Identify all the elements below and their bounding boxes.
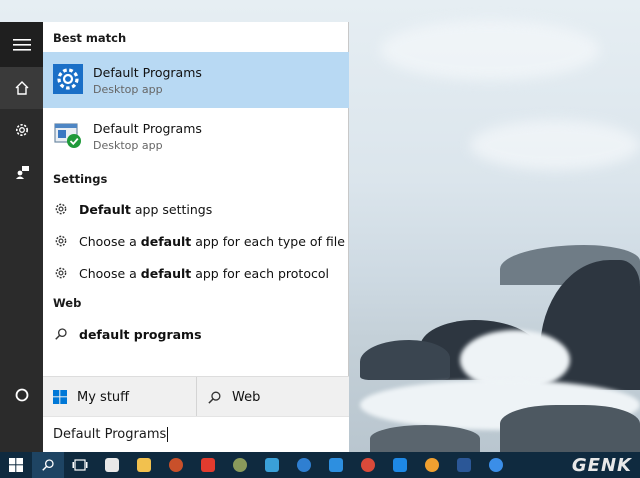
task-view-icon [72,459,88,471]
app-icon [297,458,311,472]
app-icon [361,458,375,472]
hamburger-menu-button[interactable] [0,22,43,67]
gear-app-icon [53,64,83,94]
my-stuff-button[interactable]: My stuff [43,377,196,417]
result-subtitle: Desktop app [93,139,163,152]
gear-icon [52,202,70,216]
taskbar-word-app[interactable] [448,452,480,478]
setting-default-app-protocol[interactable]: Choose a default app for each protocol [43,258,349,288]
app-icon [169,458,183,472]
app-icon [393,458,407,472]
taskbar-app-5[interactable] [288,452,320,478]
web-heading: Web [53,296,82,310]
folder-icon [137,458,151,472]
gear-icon [52,266,70,280]
hamburger-icon [12,38,31,51]
home-button[interactable] [0,67,43,109]
settings-heading: Settings [53,172,108,186]
app-icon [201,458,215,472]
home-icon [15,81,28,95]
result-title: Default Programs [93,121,202,136]
start-rail [0,22,43,452]
word-icon [457,458,471,472]
app-icon [233,458,247,472]
result-default-programs-2[interactable]: Default Programs Desktop app [43,108,349,164]
rock [360,340,450,380]
web-suggestion-default-programs[interactable]: default programs [43,319,349,349]
store-icon [105,458,119,472]
taskbar-app-9[interactable] [416,452,448,478]
taskbar-app-2[interactable] [192,452,224,478]
taskbar-app-1[interactable] [160,452,192,478]
task-view-button[interactable] [64,452,96,478]
rock [500,405,640,452]
taskbar-file-explorer-app[interactable] [128,452,160,478]
setting-label: Choose a default app for each type of fi… [79,233,345,249]
result-default-programs-1[interactable]: Default Programs Desktop app [43,52,349,108]
setting-label: Choose a default app for each protocol [79,265,329,281]
web-scope-button[interactable]: Web [196,377,349,417]
web-scope-label: Web [232,389,261,405]
taskbar-app-3[interactable] [224,452,256,478]
best-match-heading: Best match [53,31,127,45]
taskbar-app-10[interactable] [480,452,512,478]
taskbar-app-4[interactable] [256,452,288,478]
setting-label: Default app settings [79,201,213,217]
gear-icon [52,234,70,248]
result-title: Default Programs [93,65,202,80]
taskbar-app-7[interactable] [352,452,384,478]
taskbar [0,452,640,478]
app-icon [329,458,343,472]
search-input[interactable]: Default Programs [43,416,349,452]
feedback-icon [15,166,29,179]
search-scope-bar: My stuff Web [43,376,349,417]
cloud [380,20,600,80]
start-button[interactable] [0,452,32,478]
my-stuff-label: My stuff [77,389,130,405]
default-programs-checkmark-icon [54,123,81,148]
feedback-button[interactable] [0,151,43,193]
taskbar-app-6[interactable] [320,452,352,478]
windows-logo-icon [9,458,23,472]
web-suggestion-label: default programs [79,326,202,342]
app-icon [489,458,503,472]
setting-default-app-file-type[interactable]: Choose a default app for each type of fi… [43,226,349,256]
taskbar-search-button[interactable] [32,452,64,478]
search-results-panel: Best match Default Programs Desktop app … [43,22,349,452]
search-icon [52,327,70,341]
genk-watermark: GENK [571,454,632,476]
result-subtitle: Desktop app [93,83,163,96]
search-query-text: Default Programs [53,427,167,442]
windows-logo-icon [53,390,67,404]
cortana-circle-icon [15,388,28,402]
gear-icon [15,124,28,136]
setting-default-app-settings[interactable]: Default app settings [43,194,349,224]
search-icon [207,390,222,405]
rock [370,425,480,452]
taskbar-store-app[interactable] [96,452,128,478]
cortana-button[interactable] [0,374,43,416]
text-caret [167,427,169,442]
search-icon [42,459,54,471]
cloud [470,120,640,170]
app-icon [265,458,279,472]
taskbar-app-8[interactable] [384,452,416,478]
settings-button[interactable] [0,109,43,151]
app-icon [425,458,439,472]
